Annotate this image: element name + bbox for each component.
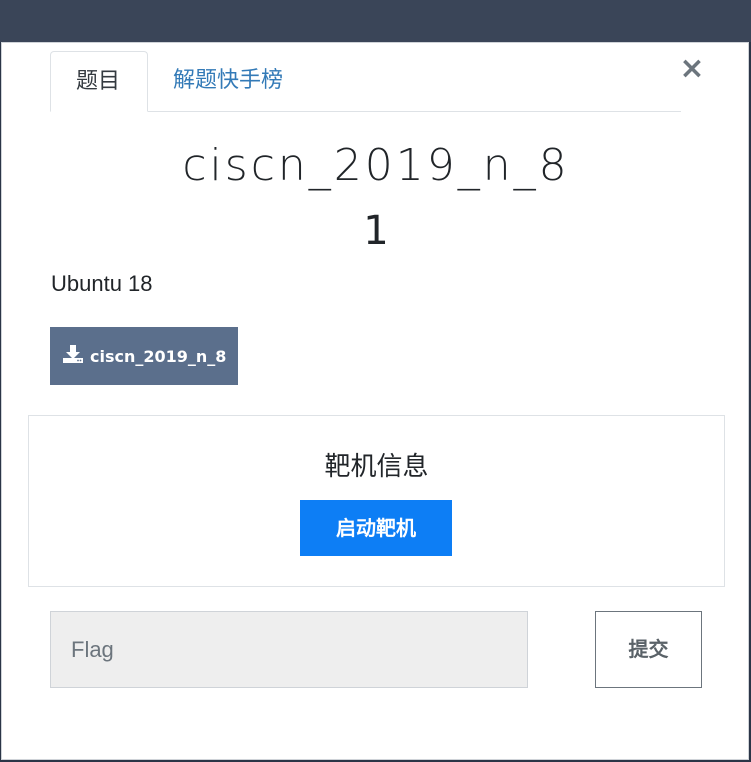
close-icon[interactable]: ×	[678, 54, 706, 84]
challenge-description: Ubuntu 18	[51, 271, 153, 296]
tab-solves-leaderboard[interactable]: 解题快手榜	[148, 51, 308, 112]
backdrop-header	[0, 0, 751, 42]
modal-tabs: 题目 解题快手榜	[50, 51, 681, 112]
flag-input[interactable]	[50, 611, 528, 688]
start-target-button[interactable]: 启动靶机	[300, 500, 452, 556]
download-icon	[62, 344, 90, 368]
target-info-heading: 靶机信息	[324, 452, 429, 482]
challenge-title: ciscn_2019_n_8	[182, 140, 570, 191]
challenge-points: 1	[363, 208, 389, 254]
download-file-button[interactable]: ciscn_2019_n_8	[50, 327, 238, 385]
tab-challenge[interactable]: 题目	[50, 51, 148, 112]
challenge-modal: 题目 解题快手榜 × ciscn_2019_n_8 1 Ubuntu 18 ci…	[1, 42, 749, 760]
download-file-label: ciscn_2019_n_8	[90, 346, 227, 366]
target-info-panel: 靶机信息 启动靶机	[28, 415, 725, 587]
submit-flag-button[interactable]: 提交	[595, 611, 702, 688]
